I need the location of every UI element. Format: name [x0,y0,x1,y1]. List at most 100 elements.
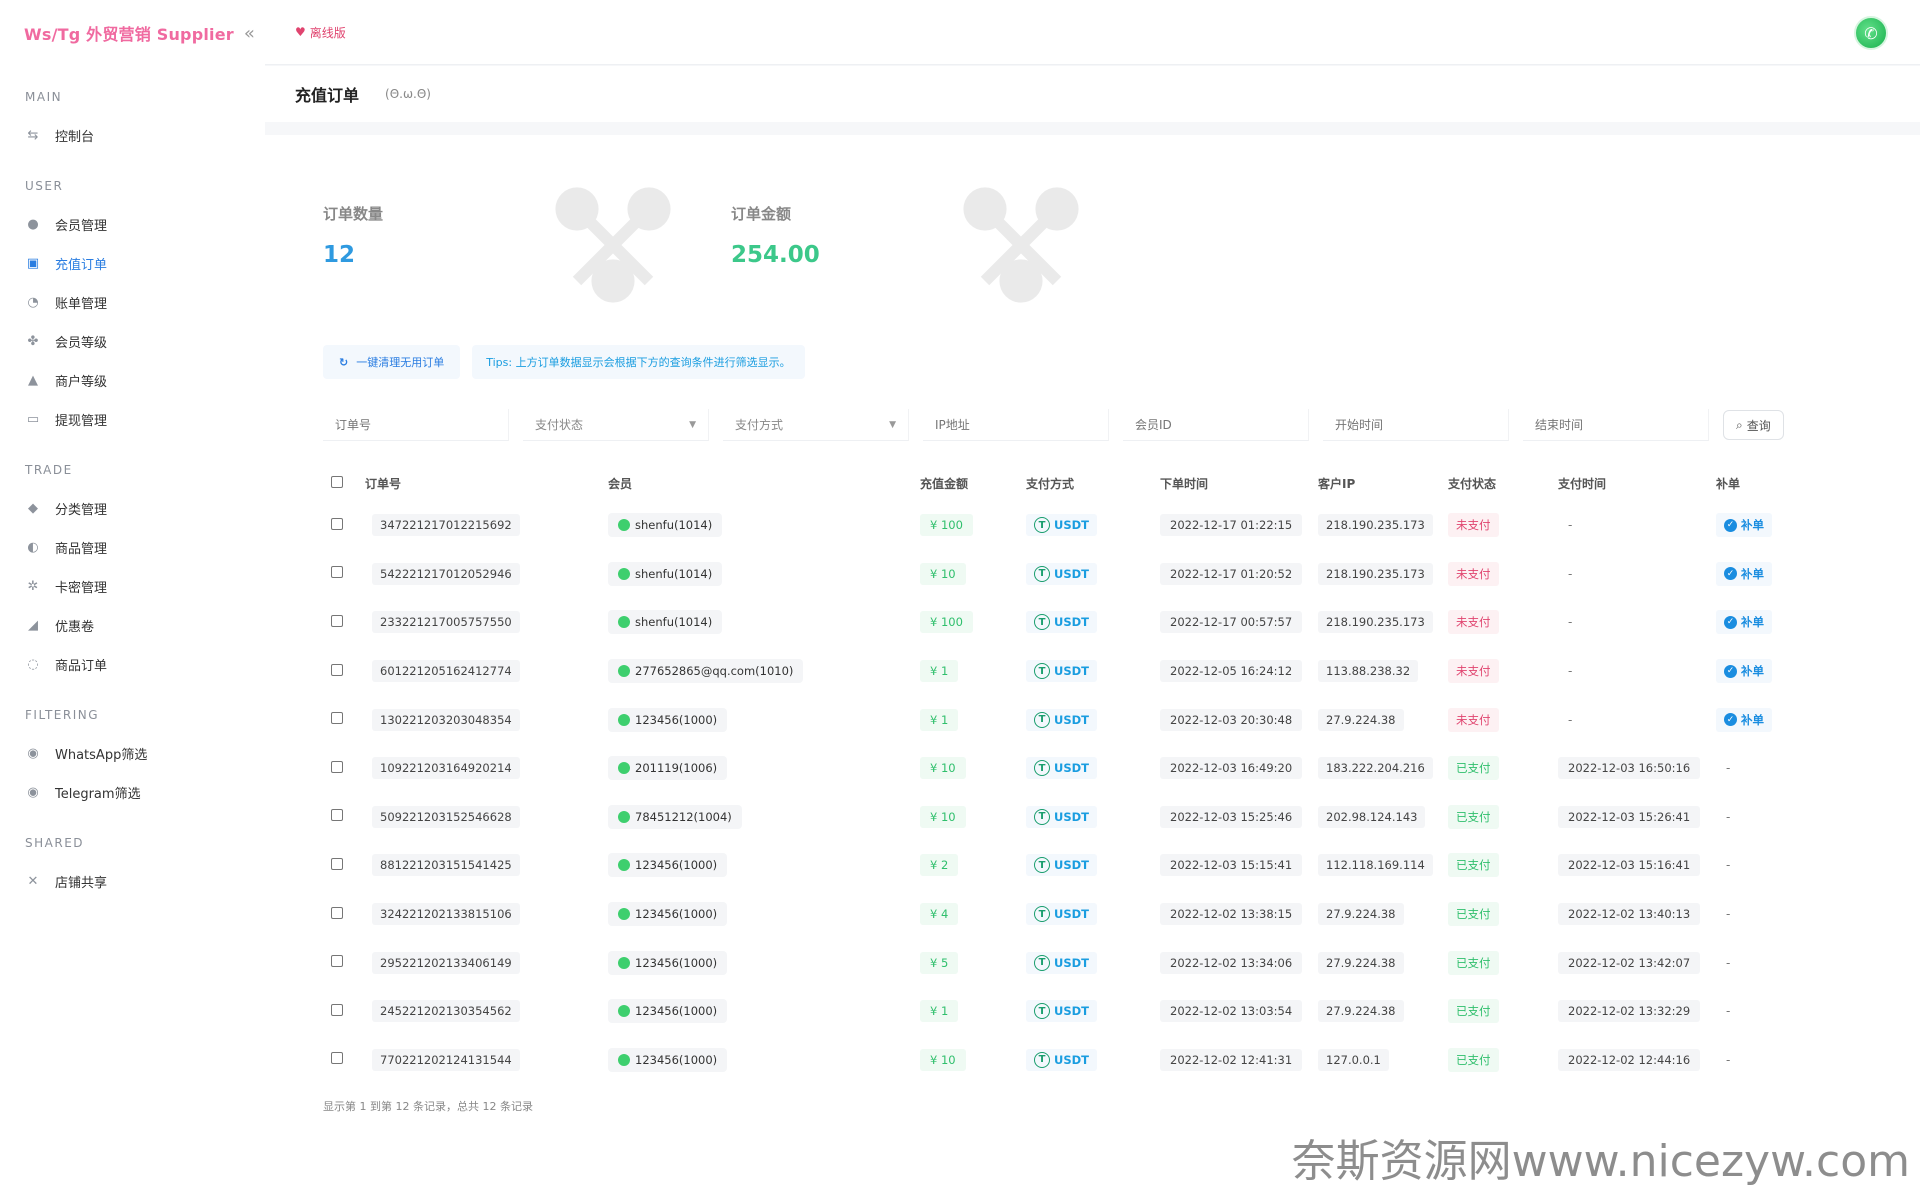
pay-method-tag: T USDT [1026,757,1098,780]
table-row: 109221203164920214 201119(1006) ¥ 10 T US… [323,744,1868,793]
filter-member-id[interactable] [1123,409,1309,441]
user-icon: ● [27,217,39,232]
row-checkbox[interactable] [331,760,343,773]
check-icon: ✓ [1724,615,1737,629]
pay-method-tag: T USDT [1026,903,1098,926]
order-time: 2022-12-02 13:34:06 [1160,951,1303,974]
order-time: 2022-12-17 01:22:15 [1160,514,1303,537]
clean-orders-button[interactable]: ↻ 一键清理无用订单 [323,345,461,379]
member-tag: shenfu(1014) [608,610,723,635]
search-button[interactable]: ⌕ 查询 [1723,410,1784,440]
offline-label: 离线版 [309,25,346,40]
sidebar-item-label: 优惠卷 [55,620,95,635]
usdt-icon: T [1034,1051,1050,1068]
row-checkbox[interactable] [331,1003,343,1016]
client-ip: 202.98.124.143 [1318,805,1426,828]
status-badge: 已支付 [1448,999,1499,1024]
stats-panel: 订单数量 12 订单金额 254.00 [323,175,1223,315]
order-no-input[interactable] [335,417,496,432]
order-no: 347221217012215692 [372,514,520,537]
sidebar-item-label: 账单管理 [55,297,108,312]
sidebar-item-dashboard[interactable]: ⇆ 控制台 [25,116,265,155]
amount-tag: ¥ 1 [920,1000,959,1023]
sidebar-item-label: 商品订单 [55,659,108,674]
sidebar-item-level[interactable]: ✤ 会员等级 [25,322,265,361]
table-row: 130221203203048354 123456(1000) ¥ 1 T USD… [323,695,1868,744]
start-time-input[interactable] [1335,417,1496,432]
usdt-icon: T [1034,614,1050,631]
row-checkbox[interactable] [331,955,343,968]
member-tag: 78451212(1004) [608,804,742,829]
whatsapp-icon [618,665,630,678]
fix-empty: - [1726,955,1731,970]
sidebar-item-bill[interactable]: ◔ 账单管理 [25,283,265,322]
sidebar-item-coupon[interactable]: ◢ 优惠卷 [25,606,265,645]
sidebar-item-withdraw[interactable]: ▭ 提现管理 [25,400,265,439]
status-badge: 未支付 [1448,610,1499,635]
row-checkbox[interactable] [331,614,343,627]
amount-tag: ¥ 5 [920,951,959,974]
whatsapp-icon [618,713,630,726]
fix-order-button[interactable]: ✓ 补单 [1716,513,1772,538]
table-header: 订单号 会员 充值金额 支付方式 下单时间 客户IP 支付状态 支付时间 补单 [323,465,1868,501]
row-checkbox[interactable] [331,906,343,919]
member-tag: 123456(1000) [608,999,728,1024]
fix-order-button[interactable]: ✓ 补单 [1716,561,1772,586]
filter-ip[interactable] [923,409,1109,441]
filter-end-time[interactable] [1523,409,1709,441]
end-time-input[interactable] [1535,417,1696,432]
sidebar-item-recharge[interactable]: ▣ 充值订单 [25,244,265,283]
header-order-time: 下单时间 [1160,476,1209,491]
sidebar-item-label: WhatsApp筛选 [55,748,148,763]
avatar[interactable]: ✆ [1854,16,1888,50]
usdt-icon: T [1034,663,1050,680]
fix-empty: - [1726,761,1731,776]
collapse-sidebar-icon[interactable]: « [244,23,255,44]
sidebar-item-card[interactable]: ✲ 卡密管理 [25,567,265,606]
row-checkbox[interactable] [331,566,343,579]
pay-method-label: USDT [1054,712,1090,727]
nav-section-title: FILTERING [25,708,100,722]
pay-method-label: USDT [1054,809,1090,824]
filter-start-time[interactable] [1323,409,1509,441]
amount-tag: ¥ 10 [920,562,966,585]
amount-tag: ¥ 10 [920,757,966,780]
row-checkbox[interactable] [331,712,343,725]
fix-order-button[interactable]: ✓ 补单 [1716,707,1772,732]
card-icon: ✲ [27,579,39,594]
row-checkbox[interactable] [331,809,343,822]
pay-method-tag: T USDT [1026,854,1098,877]
sidebar-item-merchant[interactable]: ▲ 商户等级 [25,361,265,400]
row-checkbox[interactable] [331,663,343,676]
sidebar-item-category[interactable]: ◆ 分类管理 [25,489,265,528]
sidebar-item-whatsapp[interactable]: ◉ WhatsApp筛选 [25,734,265,773]
filter-pay-method[interactable]: 支付方式 ▼ [723,409,909,441]
member-tag: 123456(1000) [608,950,728,975]
usdt-icon: T [1034,711,1050,728]
sidebar-item-share[interactable]: ✕ 店铺共享 [25,862,265,901]
row-checkbox[interactable] [331,857,343,870]
row-checkbox[interactable] [331,1052,343,1065]
amount-tag: ¥ 2 [920,854,959,877]
sidebar-item-user[interactable]: ● 会员管理 [25,205,265,244]
fix-order-button[interactable]: ✓ 补单 [1716,659,1772,684]
select-all-checkbox[interactable] [331,475,343,488]
row-checkbox[interactable] [331,517,343,530]
member-name: shenfu(1014) [635,518,713,533]
chevron-down-icon: ▼ [689,419,696,430]
order-no: 295221202133406149 [372,951,520,974]
filter-order-no[interactable] [323,409,509,441]
filter-pay-status[interactable]: 支付状态 ▼ [523,409,709,441]
withdraw-icon: ▭ [26,412,40,427]
sidebar-item-telegram[interactable]: ◉ Telegram筛选 [25,773,265,812]
amount-tag: ¥ 1 [920,660,959,683]
header-order-no: 订单号 [365,476,402,491]
ip-input[interactable] [935,417,1096,432]
sidebar-item-label: Telegram筛选 [55,787,141,802]
member-id-input[interactable] [1135,417,1296,432]
sidebar-item-order[interactable]: ◌ 商品订单 [25,645,265,684]
fix-empty: - [1726,1052,1731,1067]
stat-order-amount: 订单金额 254.00 [731,175,1079,305]
sidebar-item-product[interactable]: ◐ 商品管理 [25,528,265,567]
fix-order-button[interactable]: ✓ 补单 [1716,610,1772,635]
